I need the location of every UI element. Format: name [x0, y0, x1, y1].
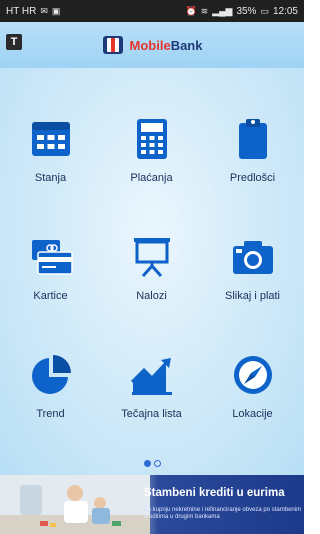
clipboard-icon: [238, 119, 267, 159]
page-dot-active[interactable]: [143, 460, 151, 467]
camera-icon: [232, 241, 273, 274]
message-icon: ✉: [40, 5, 48, 16]
cards-icon: [31, 240, 73, 275]
alarm-icon: ⏰: [185, 5, 197, 16]
page-indicator: [0, 460, 304, 467]
page-dot-inactive[interactable]: [153, 460, 161, 467]
brand-name-mobile: Mobile: [129, 37, 171, 53]
menu-item-label: Trend: [36, 408, 65, 420]
banner-title: Stambeni krediti u eurima: [144, 487, 285, 499]
t-menu-button[interactable]: T: [6, 34, 22, 50]
menu-item-kartice[interactable]: Kartice: [0, 234, 101, 352]
menu-item-label: Tečajna lista: [121, 408, 182, 420]
compass-icon: [233, 356, 272, 394]
pie-chart-icon: [31, 355, 71, 394]
menu-item-nalozi[interactable]: Nalozi: [101, 234, 202, 352]
battery-percent: 35%: [236, 5, 257, 17]
signal-icon: ▂▄▆: [212, 5, 233, 16]
notification-icon: ▣: [51, 5, 61, 16]
menu-item-predlosci[interactable]: Predlošci: [202, 116, 303, 234]
menu-item-label: Plaćanja: [130, 172, 173, 184]
main-menu-area: Stanja Plaćanja Predlošci Kartice Nalozi…: [0, 68, 304, 475]
menu-item-trend[interactable]: Trend: [0, 352, 101, 470]
clock: 12:05: [272, 5, 298, 17]
brand-name-bank: Bank: [170, 37, 203, 53]
calendar-icon: [31, 122, 70, 156]
menu-item-label: Slikaj i plati: [224, 290, 281, 302]
menu-item-label: Nalozi: [136, 290, 167, 302]
battery-icon: ▭: [260, 5, 269, 16]
menu-item-stanja[interactable]: Stanja: [0, 116, 101, 234]
carrier-label: HT HR: [6, 5, 37, 17]
calculator-icon: [136, 119, 167, 159]
menu-item-label: Predlošci: [229, 172, 276, 184]
app-bar: T MobileBank: [0, 22, 304, 68]
brand-name: MobileBank: [130, 38, 203, 53]
menu-item-placanja[interactable]: Plaćanja: [101, 116, 202, 234]
menu-item-slikaj-i-plati[interactable]: Slikaj i plati: [202, 234, 303, 352]
menu-item-label: Kartice: [33, 290, 68, 302]
status-right: ⏰ ≋ ▂▄▆ 35% ▭ 12:05: [185, 6, 298, 17]
promo-banner[interactable]: Stambeni krediti u eurima Za kupnju nekr…: [0, 475, 304, 534]
menu-grid: Stanja Plaćanja Predlošci Kartice Nalozi…: [0, 116, 304, 470]
brand-logo-icon: [102, 36, 123, 54]
trend-chart-icon: [130, 358, 172, 395]
menu-item-lokacije[interactable]: Lokacije: [202, 352, 303, 470]
family-photo-image: [0, 475, 150, 534]
banner-subtitle: Za kupnju nekretnine i refinanciranje ob…: [144, 507, 302, 520]
status-left: HT HR ✉ ▣: [6, 6, 60, 17]
menu-item-label: Lokacije: [232, 408, 273, 420]
status-bar: HT HR ✉ ▣ ⏰ ≋ ▂▄▆ 35% ▭ 12:05: [0, 0, 304, 22]
wifi-icon: ≋: [200, 5, 209, 16]
menu-item-label: Stanja: [34, 172, 67, 184]
menu-item-tecajna-lista[interactable]: Tečajna lista: [101, 352, 202, 470]
brand-logo: MobileBank: [102, 34, 203, 56]
presentation-board-icon: [133, 238, 170, 278]
